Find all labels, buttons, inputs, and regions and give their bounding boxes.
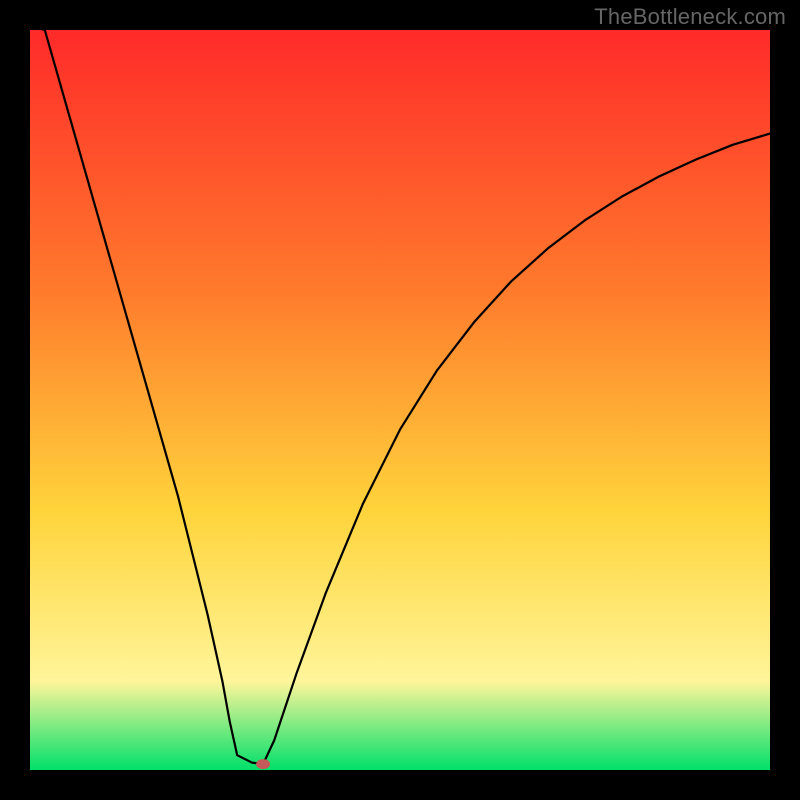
bottleneck-chart bbox=[0, 0, 800, 800]
optimum-marker bbox=[256, 759, 270, 769]
chart-frame: { "watermark": "TheBottleneck.com", "col… bbox=[0, 0, 800, 800]
plot-background bbox=[30, 30, 770, 770]
